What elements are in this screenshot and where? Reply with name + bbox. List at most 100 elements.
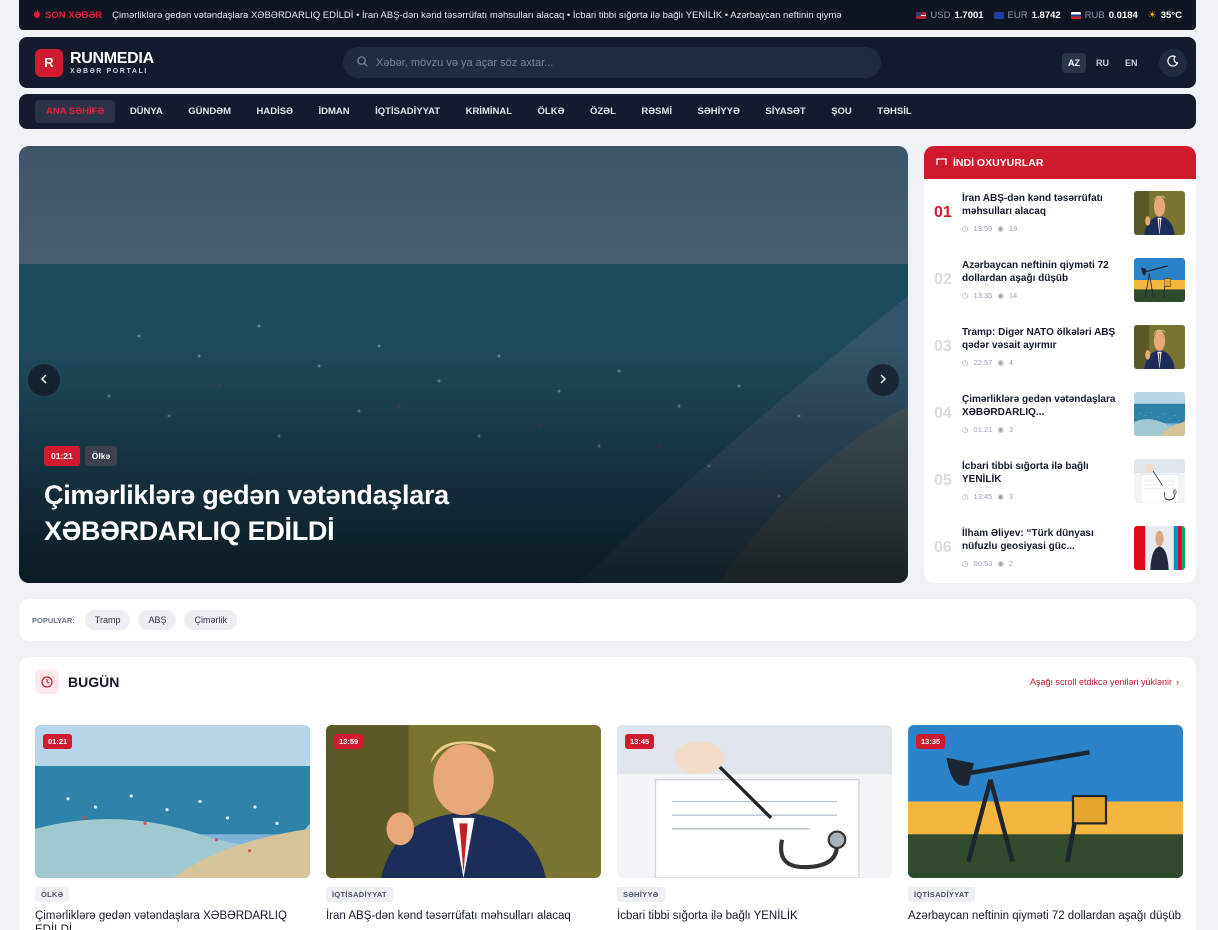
- clock-icon: ◷: [962, 492, 969, 501]
- trending-item[interactable]: 05 İcbari tibbi sığorta ilə bağlı YENİLİ…: [934, 447, 1185, 514]
- card-image[interactable]: 01:21: [35, 725, 310, 878]
- nav-item-economy[interactable]: İQTİSADİYYAT: [364, 100, 451, 123]
- rate-usd: USD 1.7001: [916, 9, 984, 21]
- card-title[interactable]: İran ABŞ-dən kənd təsərrüfatı məhsulları…: [326, 909, 601, 923]
- nav-item-home[interactable]: ANA SƏHİFƏ: [35, 100, 116, 123]
- nav-item-world[interactable]: DÜNYA: [119, 100, 174, 123]
- eye-icon: ◉: [997, 559, 1004, 568]
- card-category[interactable]: İQTİSADİYYAT: [908, 887, 975, 902]
- news-card[interactable]: 13:35 İQTİSADİYYAT Azərbaycan neftinin q…: [908, 725, 1183, 930]
- trending-list: 01 İran ABŞ-dən kənd təsərrüfatı məhsull…: [924, 179, 1196, 581]
- tag-chip[interactable]: ABŞ: [138, 610, 177, 630]
- trending-body: Tramp: Digər NATO ölkələri ABŞ qədər vəs…: [962, 326, 1134, 367]
- trending-title: İNDİ OXUYURLAR: [953, 156, 1044, 169]
- trending-item-title[interactable]: Tramp: Digər NATO ölkələri ABŞ qədər vəs…: [962, 326, 1128, 352]
- card-title[interactable]: Çimərliklərə gedən vətəndaşlara XƏBƏRDAR…: [35, 909, 310, 930]
- nav-item-exclusive[interactable]: ÖZƏL: [579, 100, 627, 123]
- trending-item-title[interactable]: İlham Əliyev: “Türk dünyası nüfuzlu geos…: [962, 527, 1128, 553]
- breaking-label-text: SON XƏBƏR: [45, 9, 103, 21]
- nav-item-show[interactable]: ŞOU: [820, 100, 863, 123]
- card-image[interactable]: 13:35: [908, 725, 1183, 878]
- nav-item-country[interactable]: ÖLKƏ: [527, 100, 576, 123]
- trending-body: İlham Əliyev: “Türk dünyası nüfuzlu geos…: [962, 527, 1134, 568]
- trending-views: 3: [1008, 425, 1014, 434]
- clock-icon: ◷: [962, 291, 969, 300]
- card-title[interactable]: İcbari tibbi sığorta ilə bağlı YENİLİK: [617, 909, 892, 923]
- popular-label: POPULYAR:: [32, 615, 75, 625]
- currency-rates: USD 1.7001 EUR 1.8742 RUB 0.0184 ☀ 35°C: [906, 10, 1196, 21]
- trending-rank: 05: [934, 471, 952, 489]
- nav-item-politics[interactable]: SİYASƏT: [754, 100, 816, 123]
- search-input[interactable]: [376, 56, 856, 69]
- tag-chip[interactable]: Çimərlik: [184, 610, 237, 630]
- logo[interactable]: R RUNMEDIA XƏBƏR PORTALI: [35, 48, 343, 77]
- trending-thumbnail[interactable]: [1134, 392, 1185, 436]
- trending-thumbnail[interactable]: [1134, 258, 1185, 302]
- news-card[interactable]: 01:21 ÖLKƏ Çimərliklərə gedən vətəndaşla…: [35, 725, 310, 930]
- search-bar[interactable]: [343, 47, 881, 78]
- nav-item-incident[interactable]: HADİSƏ: [246, 100, 304, 123]
- card-time-badge: 13:35: [916, 734, 946, 749]
- trending-item-title[interactable]: İran ABŞ-dən kənd təsərrüfatı məhsulları…: [962, 192, 1128, 218]
- card-image[interactable]: 13:59: [326, 725, 601, 878]
- trending-item[interactable]: 02 Azərbaycan neftinin qiyməti 72 dollar…: [934, 246, 1185, 313]
- trending-body: İran ABŞ-dən kənd təsərrüfatı məhsulları…: [962, 192, 1134, 233]
- fire-icon: [33, 9, 41, 21]
- hero-title[interactable]: Çimərliklərə gedən vətəndaşlara XƏBƏRDAR…: [44, 477, 604, 549]
- hero-category-badge[interactable]: Ölkə: [84, 446, 118, 466]
- eu-flag-icon: [993, 11, 1004, 19]
- lang-az[interactable]: AZ: [1062, 52, 1086, 73]
- hero-next-button[interactable]: [867, 364, 899, 396]
- card-category[interactable]: ÖLKƏ: [35, 887, 70, 902]
- nav-item-agenda[interactable]: GÜNDƏM: [177, 100, 242, 123]
- trending-header: İNDİ OXUYURLAR: [924, 146, 1196, 179]
- trending-thumbnail[interactable]: [1134, 459, 1185, 503]
- logo-subtitle: XƏBƏR PORTALI: [70, 67, 148, 75]
- card-title[interactable]: Azərbaycan neftinin qiyməti 72 dollardan…: [908, 909, 1183, 923]
- sun-icon: ☀: [1147, 9, 1157, 21]
- trending-item-title[interactable]: Azərbaycan neftinin qiyməti 72 dollardan…: [962, 259, 1128, 285]
- trending-item[interactable]: 03 Tramp: Digər NATO ölkələri ABŞ qədər …: [934, 313, 1185, 380]
- trending-time: 22:57: [973, 358, 993, 367]
- trending-thumbnail[interactable]: [1134, 191, 1185, 235]
- hero-slider[interactable]: 01:21 Ölkə Çimərliklərə gedən vətəndaşla…: [19, 146, 908, 583]
- trending-rank: 03: [934, 337, 952, 355]
- card-category[interactable]: SƏHİYYƏ: [617, 887, 665, 902]
- hero-prev-button[interactable]: [28, 364, 60, 396]
- lang-en[interactable]: EN: [1119, 53, 1144, 73]
- trending-body: Çimərliklərə gedən vətəndaşlara XƏBƏRDAR…: [962, 393, 1134, 434]
- nav-item-criminal[interactable]: KRİMİNAL: [455, 100, 523, 123]
- card-image[interactable]: 13:45: [617, 725, 892, 878]
- trending-rank: 04: [934, 404, 952, 422]
- chevron-left-icon: [40, 371, 48, 389]
- tag-chip[interactable]: Tramp: [84, 610, 131, 630]
- nav-item-education[interactable]: TƏHSİL: [866, 100, 922, 123]
- trending-item-title[interactable]: İcbari tibbi sığorta ilə bağlı YENİLİK: [962, 460, 1128, 486]
- ticker-text[interactable]: Çimərliklərə gedən vətəndaşlara XƏBƏRDAR…: [112, 10, 906, 21]
- theme-toggle-button[interactable]: [1158, 48, 1187, 77]
- today-section: BUGÜN Aşağı scroll etdikcə yeniləri yükl…: [19, 657, 1196, 930]
- news-card[interactable]: 13:45 SƏHİYYƏ İcbari tibbi sığorta ilə b…: [617, 725, 892, 930]
- today-header: BUGÜN: [35, 670, 119, 694]
- rate-value: 1.7001: [954, 9, 984, 21]
- trending-item[interactable]: 06 İlham Əliyev: “Türk dünyası nüfuzlu g…: [934, 514, 1185, 581]
- site-header: R RUNMEDIA XƏBƏR PORTALI AZ RU EN: [19, 37, 1196, 88]
- trending-thumbnail[interactable]: [1134, 325, 1185, 369]
- hero-tags: 01:21 Ölkə: [44, 446, 118, 466]
- eye-icon: ◉: [997, 224, 1004, 233]
- trending-item[interactable]: 04 Çimərliklərə gedən vətəndaşlara XƏBƏR…: [934, 380, 1185, 447]
- scroll-hint: Aşağı scroll etdikcə yeniləri yüklənir ›: [1030, 677, 1179, 687]
- card-category[interactable]: İQTİSADİYYAT: [326, 887, 393, 902]
- news-card[interactable]: 13:59 İQTİSADİYYAT İran ABŞ-dən kənd təs…: [326, 725, 601, 930]
- trending-meta: ◷ 13:35 ◉ 14: [962, 291, 1128, 300]
- nav-item-sport[interactable]: İDMAN: [308, 100, 361, 123]
- lang-ru[interactable]: RU: [1090, 53, 1115, 73]
- nav-item-health[interactable]: SƏHİYYƏ: [687, 100, 751, 123]
- trending-item-title[interactable]: Çimərliklərə gedən vətəndaşlara XƏBƏRDAR…: [962, 393, 1128, 419]
- trending-meta: ◷ 01:21 ◉ 3: [962, 425, 1128, 434]
- trending-thumbnail[interactable]: [1134, 526, 1185, 570]
- nav-item-official[interactable]: RƏSMİ: [630, 100, 683, 123]
- search-icon: [357, 54, 368, 72]
- main-nav: ANA SƏHİFƏ DÜNYA GÜNDƏM HADİSƏ İDMAN İQT…: [19, 94, 1196, 129]
- trending-item[interactable]: 01 İran ABŞ-dən kənd təsərrüfatı məhsull…: [934, 179, 1185, 246]
